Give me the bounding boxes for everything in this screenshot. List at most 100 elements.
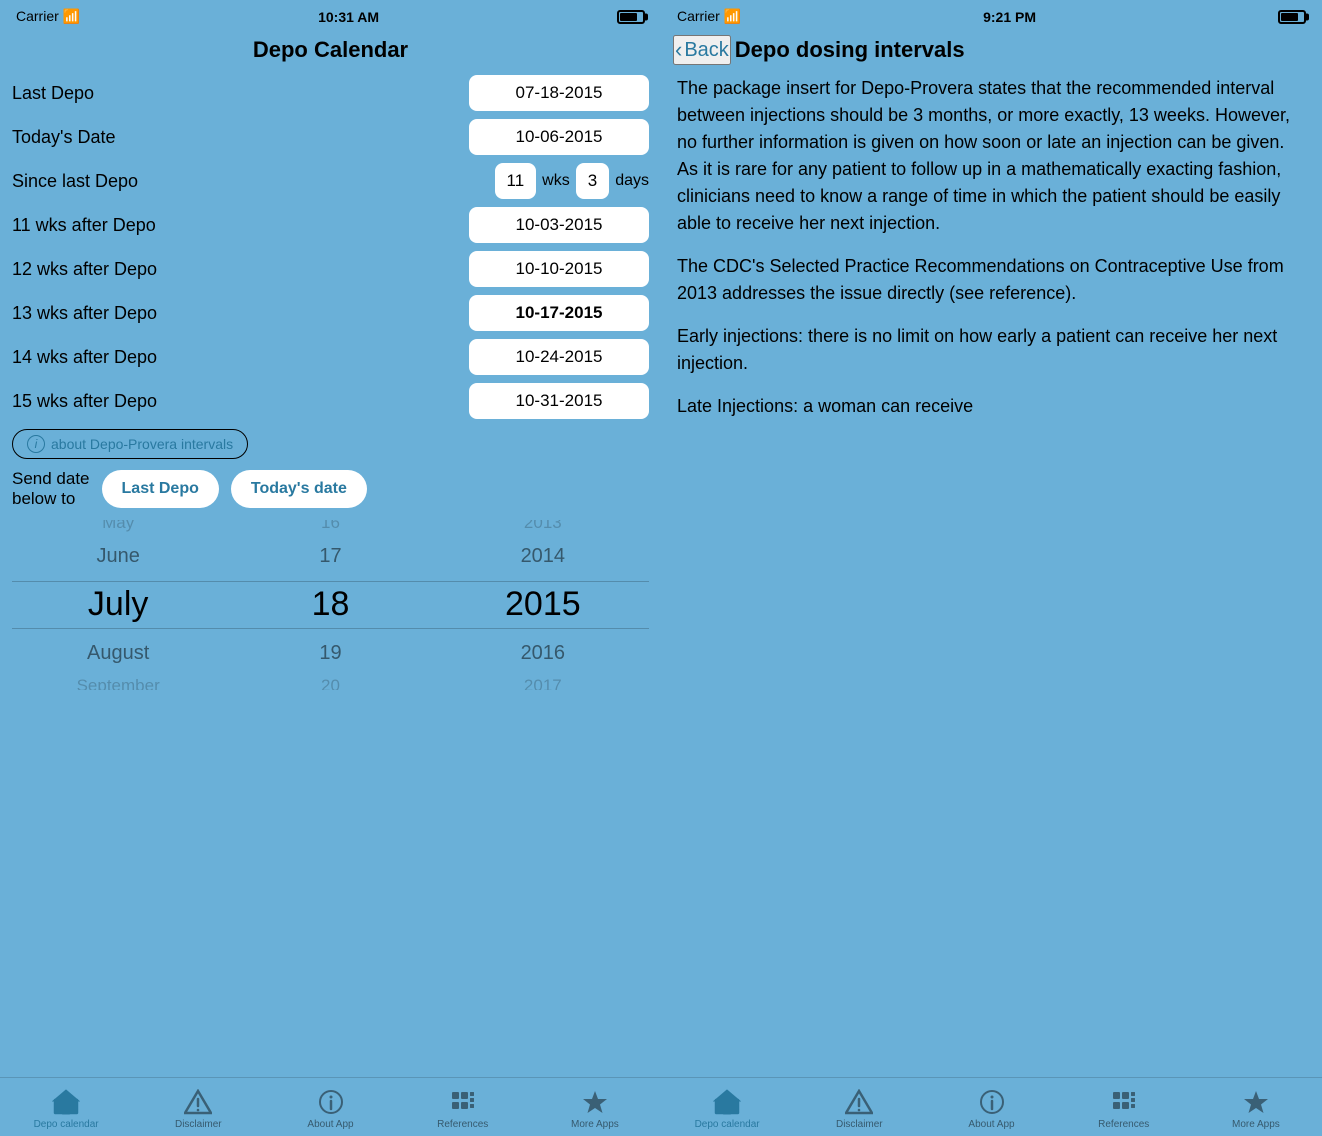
day-18: 18 xyxy=(224,574,436,635)
left-tab-bar: Depo calendar Disclaimer Abo xyxy=(0,1077,661,1136)
left-main: Last Depo 07-18-2015 Today's Date 10-06-… xyxy=(0,75,661,1077)
tab-disclaimer-label: Disclaimer xyxy=(175,1119,222,1130)
tab-depo-calendar-label: Depo calendar xyxy=(34,1119,99,1130)
send-date-label: Send datebelow to xyxy=(12,469,90,510)
last-depo-row: Last Depo 07-18-2015 xyxy=(12,75,649,111)
tab-disclaimer[interactable]: Disclaimer xyxy=(132,1086,264,1132)
right-battery xyxy=(1278,10,1306,24)
label-13wks: 13 wks after Depo xyxy=(12,303,157,324)
left-time: 10:31 AM xyxy=(318,9,379,25)
right-tab-depo-calendar[interactable]: Depo calendar xyxy=(661,1086,793,1132)
right-home-icon xyxy=(712,1088,742,1116)
year-2014: 2014 xyxy=(437,538,649,574)
right-tab-more-apps[interactable]: More Apps xyxy=(1190,1086,1322,1132)
tab-references-label: References xyxy=(437,1119,488,1130)
label-12wks: 12 wks after Depo xyxy=(12,259,157,280)
left-carrier: Carrier 📶 xyxy=(16,8,80,25)
value-14wks[interactable]: 10-24-2015 xyxy=(469,339,649,375)
label-14wks: 14 wks after Depo xyxy=(12,347,157,368)
month-august: August xyxy=(12,635,224,671)
right-tab-depo-calendar-label: Depo calendar xyxy=(695,1119,760,1130)
right-phone: Carrier 📶 9:21 PM ‹ Back Depo dosing int… xyxy=(661,0,1322,1136)
info-icon xyxy=(316,1088,346,1116)
right-time: 9:21 PM xyxy=(983,9,1036,25)
info-row: i about Depo-Provera intervals xyxy=(12,429,649,459)
paragraph-2: The CDC's Selected Practice Recommendati… xyxy=(677,253,1306,307)
todays-date-value[interactable]: 10-06-2015 xyxy=(469,119,649,155)
day-17: 17 xyxy=(224,538,436,574)
back-label: Back xyxy=(684,39,728,62)
todays-date-label: Today's Date xyxy=(12,127,116,148)
home-icon xyxy=(51,1088,81,1116)
right-grid-icon xyxy=(1109,1088,1139,1116)
value-11wks[interactable]: 10-03-2015 xyxy=(469,207,649,243)
star-icon xyxy=(580,1088,610,1116)
right-tab-about-app[interactable]: About App xyxy=(925,1086,1057,1132)
right-tab-about-app-label: About App xyxy=(968,1119,1014,1130)
month-picker-col[interactable]: May June July August September xyxy=(12,520,224,690)
left-battery xyxy=(617,10,645,24)
right-tab-disclaimer-label: Disclaimer xyxy=(836,1119,883,1130)
warning-icon xyxy=(183,1088,213,1116)
year-2017: 2017 xyxy=(437,671,649,689)
since-row-right: 11 wks 3 days xyxy=(495,163,649,199)
date-picker[interactable]: May June July August September 16 17 18 … xyxy=(12,520,649,690)
day-16: 16 xyxy=(224,520,436,538)
left-app-title: Depo Calendar xyxy=(0,29,661,75)
since-wks-value: 11 xyxy=(495,163,537,199)
tab-references[interactable]: References xyxy=(397,1086,529,1132)
right-status-bar: Carrier 📶 9:21 PM xyxy=(661,0,1322,29)
right-tab-more-apps-label: More Apps xyxy=(1232,1119,1280,1130)
todays-date-row: Today's Date 10-06-2015 xyxy=(12,119,649,155)
tab-more-apps[interactable]: More Apps xyxy=(529,1086,661,1132)
right-warning-icon xyxy=(844,1088,874,1116)
right-tab-disclaimer[interactable]: Disclaimer xyxy=(793,1086,925,1132)
right-tab-bar: Depo calendar Disclaimer Abo xyxy=(661,1077,1322,1136)
right-title: Depo dosing intervals xyxy=(735,37,965,63)
todays-date-send-button[interactable]: Today's date xyxy=(231,470,367,508)
right-carrier: Carrier 📶 xyxy=(677,8,741,25)
last-depo-value[interactable]: 07-18-2015 xyxy=(469,75,649,111)
year-2015: 2015 xyxy=(437,574,649,635)
since-days-value: 3 xyxy=(576,163,609,199)
since-last-depo-label: Since last Depo xyxy=(12,171,138,192)
wks-text: wks xyxy=(542,172,570,190)
tab-about-app[interactable]: About App xyxy=(264,1086,396,1132)
day-picker-col[interactable]: 16 17 18 19 20 xyxy=(224,520,436,690)
value-13wks[interactable]: 10-17-2015 xyxy=(469,295,649,331)
back-button[interactable]: ‹ Back xyxy=(673,35,731,65)
right-tab-references-label: References xyxy=(1098,1119,1149,1130)
days-text: days xyxy=(615,172,649,190)
last-depo-label: Last Depo xyxy=(12,83,94,104)
day-19: 19 xyxy=(224,635,436,671)
row-15wks: 15 wks after Depo 10-31-2015 xyxy=(12,383,649,419)
row-11wks: 11 wks after Depo 10-03-2015 xyxy=(12,207,649,243)
last-depo-send-button[interactable]: Last Depo xyxy=(102,470,219,508)
right-star-icon xyxy=(1241,1088,1271,1116)
year-2013: 2013 xyxy=(437,520,649,538)
info-pill-button[interactable]: i about Depo-Provera intervals xyxy=(12,429,248,459)
paragraph-4: Late Injections: a woman can receive xyxy=(677,393,1306,420)
year-picker-col[interactable]: 2013 2014 2015 2016 2017 xyxy=(437,520,649,690)
label-11wks: 11 wks after Depo xyxy=(12,215,156,236)
right-tab-references[interactable]: References xyxy=(1058,1086,1190,1132)
value-12wks[interactable]: 10-10-2015 xyxy=(469,251,649,287)
value-15wks[interactable]: 10-31-2015 xyxy=(469,383,649,419)
right-main-content: The package insert for Depo-Provera stat… xyxy=(661,75,1322,1077)
row-12wks: 12 wks after Depo 10-10-2015 xyxy=(12,251,649,287)
year-2016: 2016 xyxy=(437,635,649,671)
send-date-row: Send datebelow to Last Depo Today's date xyxy=(12,469,649,510)
month-june: June xyxy=(12,538,224,574)
since-last-depo-row: Since last Depo 11 wks 3 days xyxy=(12,163,649,199)
month-july: July xyxy=(12,574,224,635)
info-circle-icon: i xyxy=(27,435,45,453)
info-pill-label: about Depo-Provera intervals xyxy=(51,436,233,452)
label-15wks: 15 wks after Depo xyxy=(12,391,157,412)
month-may: May xyxy=(12,520,224,538)
row-13wks: 13 wks after Depo 10-17-2015 xyxy=(12,295,649,331)
day-20: 20 xyxy=(224,671,436,689)
grid-icon xyxy=(448,1088,478,1116)
tab-depo-calendar[interactable]: Depo calendar xyxy=(0,1086,132,1132)
tab-about-app-label: About App xyxy=(307,1119,353,1130)
right-info-icon xyxy=(977,1088,1007,1116)
